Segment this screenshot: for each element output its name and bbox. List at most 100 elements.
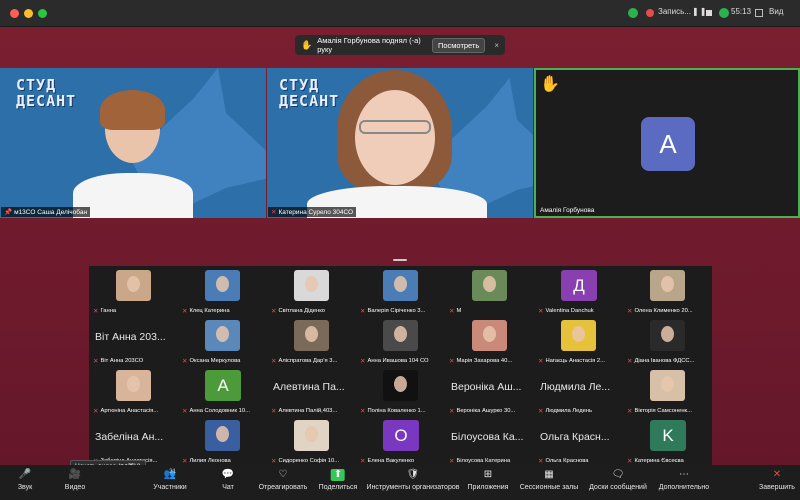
view-menu-button[interactable]: Вид	[769, 7, 783, 16]
gallery-tile[interactable]: ✕ Ганна	[89, 266, 178, 316]
participant-name: м13СО Саша Делічобан	[14, 208, 88, 216]
gallery-tile[interactable]: Вероніка Аш... ✕ Вероніка Ашурко 30...	[445, 366, 534, 416]
view-notification-button[interactable]: Посмотреть	[431, 37, 486, 53]
mic-muted-icon: ✕	[627, 408, 633, 415]
participant-face	[483, 276, 496, 292]
gallery-tile[interactable]: K ✕ Катерина Євсеєва	[623, 416, 712, 466]
gallery-tile[interactable]: ✕ Діана Іванова ФДСС...	[623, 316, 712, 366]
video-tile-3-active[interactable]: ✋ A Амалія Горбунова	[534, 68, 800, 218]
gallery-tile[interactable]: Людмила Ле... ✕ Людмила Ледень	[534, 366, 623, 416]
close-window-button[interactable]	[10, 9, 19, 18]
toolbar-video-off-button[interactable]: 🎥 Видео	[65, 469, 85, 491]
toolbar-participants-button[interactable]: 👥 31 Участники	[153, 469, 186, 491]
whiteboard-icon: 🗨	[611, 469, 625, 480]
gallery-tile[interactable]: Алевтина Па... ✕ Алевтина Палій,403...	[267, 366, 356, 416]
mic-muted-icon: ✕	[449, 358, 455, 365]
gallery-tile[interactable]: ✕ Марія Захарова 40...	[445, 316, 534, 366]
close-notification-icon[interactable]: ×	[494, 41, 499, 50]
gallery-nameplate: ✕ Ольга Краснова	[536, 457, 591, 465]
recording-label[interactable]: Запись...	[658, 7, 691, 16]
gallery-tile[interactable]: ✕ Вікторія Самсоненк...	[623, 366, 712, 416]
participant-video-thumbnail	[650, 320, 685, 351]
gallery-nameplate: ✕ Олена Клименко 20...	[625, 307, 695, 315]
participant-name: Вікторія Самсоненк...	[634, 408, 692, 414]
gallery-tile[interactable]: ✕ Сидоренко Софія 10...	[267, 416, 356, 466]
participant-name: Світлана Діденко	[278, 308, 326, 314]
gallery-tile[interactable]: ✕ Клец Катерина	[178, 266, 267, 316]
gallery-tile[interactable]: ✕ Аліспратова Дар'я 3...	[267, 316, 356, 366]
gallery-tile[interactable]: ✕ Лилия Леонова	[178, 416, 267, 466]
mic-muted-icon: ✕	[182, 408, 188, 415]
toolbar-more-button[interactable]: ⋯ Дополнительно	[659, 469, 709, 491]
participant-name: Сидоренко Софія 10...	[278, 458, 340, 464]
gallery-nameplate: ✕ Вероніка Ашурко 30...	[447, 407, 517, 415]
participant-face	[127, 276, 140, 292]
gallery-nameplate: ✕ Анна Ивашова 104 СО	[358, 357, 431, 365]
end-icon: ✕	[772, 469, 782, 480]
gallery-nameplate: ✕ Людмила Ледень	[536, 407, 594, 415]
gallery-tile[interactable]: ✕ Валерія Сіріченко 3...	[356, 266, 445, 316]
gallery-tile[interactable]: Білоусова Ка... ✕ Білоусова Катерина	[445, 416, 534, 466]
heart-icon: ♡	[278, 469, 288, 480]
participant-video-thumbnail	[383, 320, 418, 351]
toolbar-shield-button[interactable]: 🛡 Инструменты организаторов	[367, 469, 460, 491]
participant-avatar: A	[641, 117, 695, 171]
zoom-window-button[interactable]	[38, 9, 47, 18]
gallery-tile[interactable]: ✕ Анна Ивашова 104 СО	[356, 316, 445, 366]
notification-message: Амалія Горбунова поднял (-а) руку	[317, 36, 421, 54]
participant-video-thumbnail	[561, 320, 596, 351]
gallery-nameplate: ✕ Ганна	[91, 307, 118, 315]
mic-muted-icon: ✕	[360, 408, 366, 415]
gallery-tile[interactable]: ✕ Поліна Коваленко 1...	[356, 366, 445, 416]
gallery-tile[interactable]: O ✕ Елена Вакуленко	[356, 416, 445, 466]
participant-name: Ольга Краснова	[545, 458, 589, 464]
minimize-window-button[interactable]	[24, 9, 33, 18]
gallery-tile[interactable]: A ✕ Анна Солодовник 10...	[178, 366, 267, 416]
participant-name: Білоусова Катерина	[456, 458, 511, 464]
participant-name-large: Білоусова Ка...	[451, 431, 524, 443]
participant-face	[661, 326, 674, 342]
gallery-tile[interactable]: Забеліна Ан...✕Забеліна Анастасія...	[89, 416, 178, 466]
mic-muted-icon: ✕	[449, 458, 455, 465]
gallery-tile[interactable]: ✕ Нагаєць Анастасія 2...	[534, 316, 623, 366]
participant-name: Амалія Горбунова	[540, 207, 595, 214]
gallery-tile[interactable]: Ольга Красн... ✕ Ольга Краснова	[534, 416, 623, 466]
participant-name: Поліна Коваленко 1...	[367, 408, 426, 414]
mic-muted-icon: 🎤	[18, 469, 32, 480]
security-shield-icon[interactable]	[628, 8, 638, 18]
participant-video-thumbnail	[472, 270, 507, 301]
gallery-tile[interactable]: ✕ Оксана Меркулова	[178, 316, 267, 366]
toolbar-end-button[interactable]: ✕ Завершить	[759, 469, 795, 491]
gallery-tile[interactable]: ✕ Артюніна Анастасія...	[89, 366, 178, 416]
video-tile-2[interactable]: СТУД ДЕСАНТ ✕ Катерина Сурело 304СО	[267, 68, 533, 218]
gallery-resize-handle[interactable]	[393, 259, 407, 261]
mic-muted-icon: ✕	[538, 458, 544, 465]
gallery-tile[interactable]: Віт Анна 203... ✕ Віт Анна 203СО	[89, 316, 178, 366]
video-tile-nameplate: 📌 м13СО Саша Делічобан	[1, 207, 91, 217]
glasses	[359, 120, 431, 134]
toolbar-chat-button[interactable]: 💬 Чат	[221, 469, 235, 491]
toolbar-share-button[interactable]: ⬆ Поделиться	[319, 469, 357, 491]
fullscreen-icon[interactable]	[755, 9, 763, 17]
gallery-nameplate: ✕ М	[447, 307, 463, 315]
participant-video-thumbnail	[294, 320, 329, 351]
toolbar-whiteboard-button[interactable]: 🗨 Доски сообщений	[589, 469, 647, 491]
toolbar-breakout-button[interactable]: ▦ Сессионные залы	[520, 469, 579, 491]
toolbar-apps-button[interactable]: ⊞ Приложения	[468, 469, 509, 491]
gallery-tile[interactable]: ✕ Олена Клименко 20...	[623, 266, 712, 316]
toolbar-heart-button[interactable]: ♡ Отреагировать	[259, 469, 308, 491]
participant-name-large: Віт Анна 203...	[95, 331, 166, 343]
participant-name-large: Вероніка Аш...	[451, 381, 522, 393]
participant-face	[216, 326, 229, 342]
gallery-nameplate: ✕ Лилия Леонова	[180, 457, 233, 465]
toolbar-label: Дополнительно	[658, 484, 710, 491]
gallery-tile[interactable]: ✕ Світлана Діденко	[267, 266, 356, 316]
toolbar-mic-muted-button[interactable]: 🎤 Звук	[18, 469, 32, 491]
gallery-tile[interactable]: Д ✕ Valentina Danchuk	[534, 266, 623, 316]
video-tile-1[interactable]: СТУД ДЕСАНТ 📌 м13СО Саша Делічобан	[0, 68, 266, 218]
gallery-nameplate: ✕ Віт Анна 203СО	[91, 357, 145, 365]
participant-name: Артюніна Анастасія...	[100, 408, 159, 414]
recording-stop-icon[interactable]	[706, 10, 712, 16]
mic-muted-icon: ✕	[182, 358, 188, 365]
gallery-tile[interactable]: ✕ М	[445, 266, 534, 316]
